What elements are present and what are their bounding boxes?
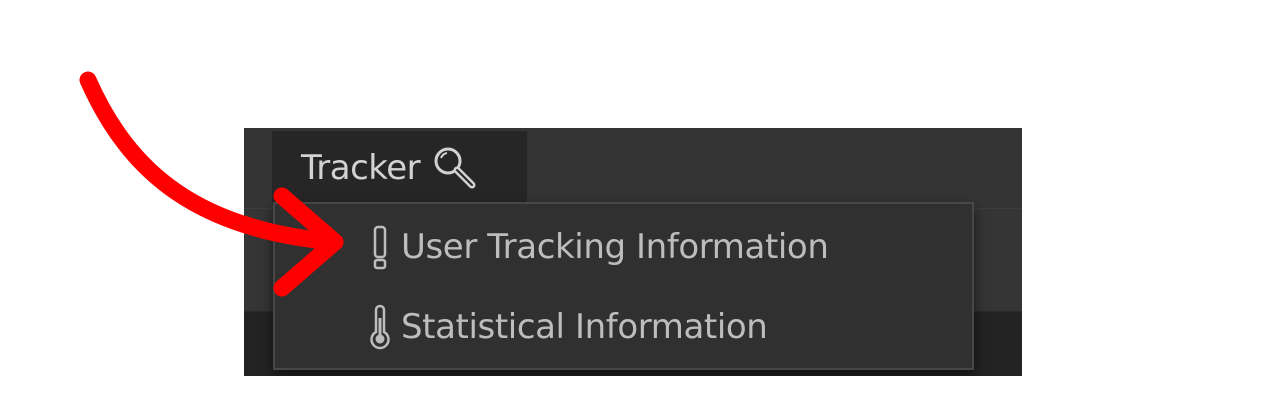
menu-item-user-tracking[interactable]: User Tracking Information xyxy=(275,208,972,286)
tracker-menu[interactable]: Tracker xyxy=(272,131,527,205)
tracker-menu-label: Tracker xyxy=(301,148,421,188)
tracker-dropdown: User Tracking Information Statistical In… xyxy=(273,202,974,370)
menu-item-label: Statistical Information xyxy=(401,307,768,347)
thermometer-icon xyxy=(369,304,391,350)
menu-item-label: User Tracking Information xyxy=(401,227,829,267)
menu-item-statistical[interactable]: Statistical Information xyxy=(275,288,972,366)
exclamation-icon xyxy=(369,224,391,270)
app-screenshot: Tracker User Tracking Information Statis… xyxy=(244,128,1022,376)
magnifier-icon xyxy=(432,145,478,191)
